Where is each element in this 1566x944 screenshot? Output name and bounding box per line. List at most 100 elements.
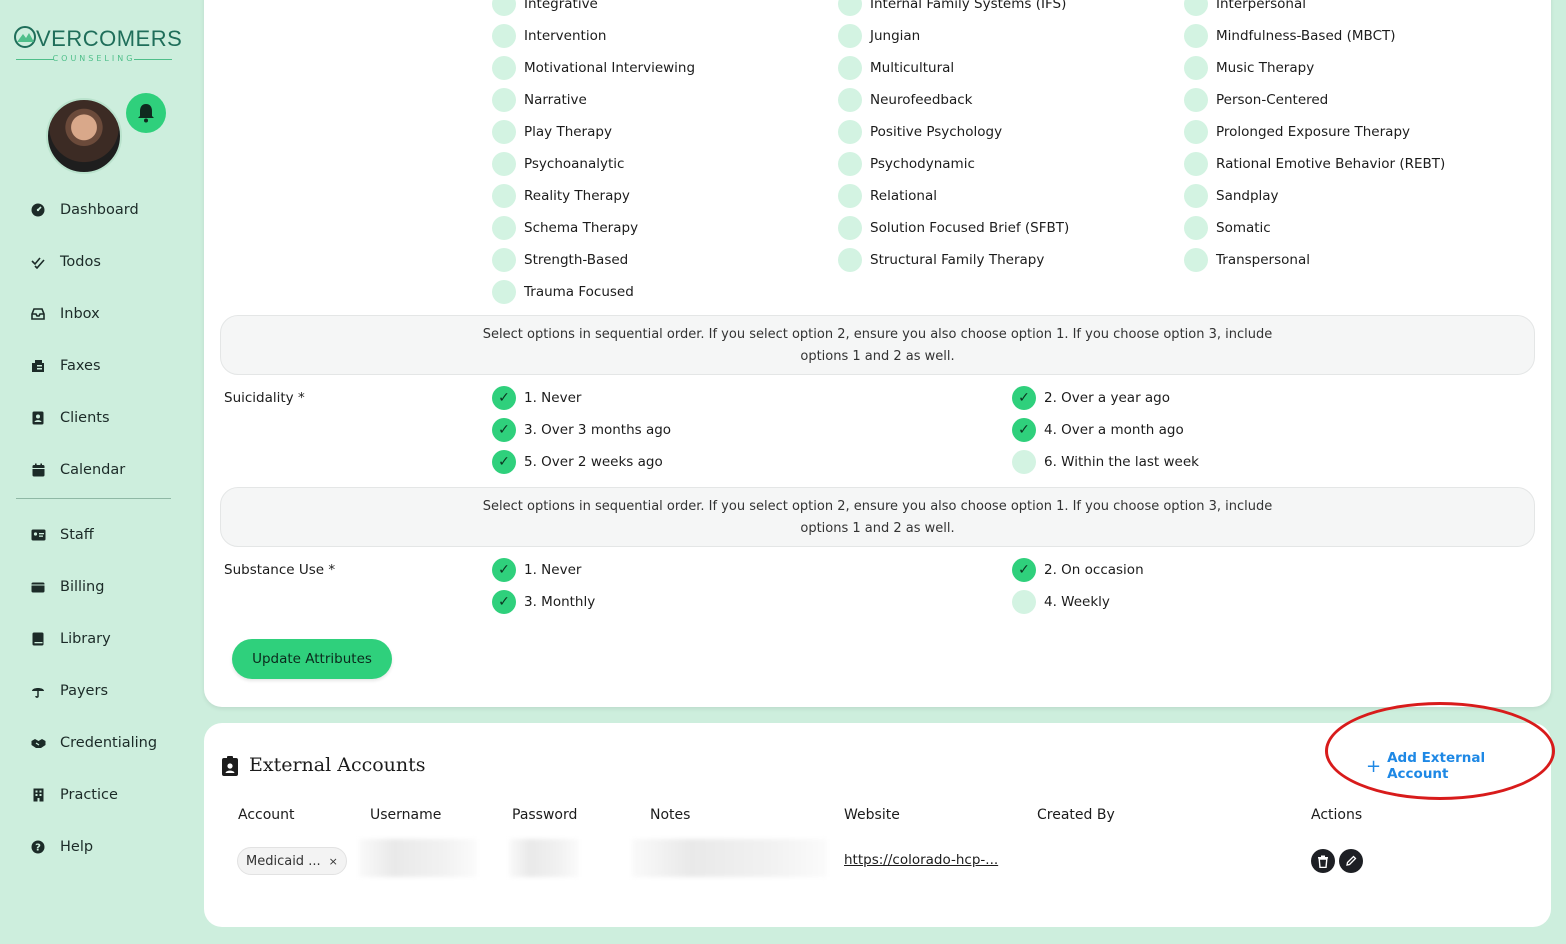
- modality-option[interactable]: Structural Family Therapy: [838, 248, 1044, 272]
- suicidality-option[interactable]: 2. Over a year ago: [1012, 386, 1170, 410]
- checkbox[interactable]: [838, 24, 862, 48]
- substance-option[interactable]: 1. Never: [492, 558, 581, 582]
- sidebar-item-practice[interactable]: Practice: [28, 769, 178, 821]
- substance-option[interactable]: 3. Monthly: [492, 590, 595, 614]
- modality-option[interactable]: Psychoanalytic: [492, 152, 624, 176]
- checkbox[interactable]: [492, 590, 516, 614]
- modality-option[interactable]: Schema Therapy: [492, 216, 638, 240]
- update-attributes-button[interactable]: Update Attributes: [232, 639, 392, 679]
- checkbox[interactable]: [838, 88, 862, 112]
- modality-option[interactable]: Music Therapy: [1184, 56, 1314, 80]
- edit-button[interactable]: [1339, 849, 1363, 873]
- checkbox[interactable]: [1184, 56, 1208, 80]
- modality-option[interactable]: Transpersonal: [1184, 248, 1310, 272]
- modality-option[interactable]: Prolonged Exposure Therapy: [1184, 120, 1410, 144]
- checkbox[interactable]: [1012, 450, 1036, 474]
- substance-option[interactable]: 2. On occasion: [1012, 558, 1144, 582]
- modality-option[interactable]: Reality Therapy: [492, 184, 630, 208]
- logo[interactable]: VERCOMERS COUNSELING: [14, 26, 182, 66]
- chip-remove-icon[interactable]: ×: [329, 855, 338, 868]
- checkbox[interactable]: [838, 120, 862, 144]
- modality-option[interactable]: Integrative: [492, 0, 598, 16]
- modality-option[interactable]: Neurofeedback: [838, 88, 973, 112]
- column-account[interactable]: Account: [238, 807, 295, 823]
- checkbox[interactable]: [1184, 184, 1208, 208]
- checkbox[interactable]: [492, 24, 516, 48]
- sidebar-item-billing[interactable]: Billing: [28, 561, 178, 613]
- checkbox[interactable]: [492, 418, 516, 442]
- sidebar-item-calendar[interactable]: Calendar: [28, 444, 178, 496]
- suicidality-option[interactable]: 4. Over a month ago: [1012, 418, 1184, 442]
- checkbox[interactable]: [838, 152, 862, 176]
- checkbox[interactable]: [1184, 152, 1208, 176]
- modality-option[interactable]: Psychodynamic: [838, 152, 975, 176]
- checkbox[interactable]: [838, 0, 862, 16]
- sidebar-item-credentialing[interactable]: Credentialing: [28, 717, 178, 769]
- column-notes[interactable]: Notes: [650, 807, 690, 823]
- modality-option[interactable]: Positive Psychology: [838, 120, 1002, 144]
- checkbox[interactable]: [492, 558, 516, 582]
- checkbox[interactable]: [492, 216, 516, 240]
- checkbox[interactable]: [1012, 590, 1036, 614]
- sidebar-item-library[interactable]: Library: [28, 613, 178, 665]
- checkbox[interactable]: [492, 184, 516, 208]
- checkbox[interactable]: [1184, 0, 1208, 16]
- column-created-by[interactable]: Created By: [1037, 807, 1115, 823]
- account-chip[interactable]: Medicaid ... ×: [237, 847, 347, 875]
- suicidality-option[interactable]: 6. Within the last week: [1012, 450, 1199, 474]
- column-website[interactable]: Website: [844, 807, 900, 823]
- suicidality-option[interactable]: 3. Over 3 months ago: [492, 418, 671, 442]
- sidebar-item-dashboard[interactable]: Dashboard: [28, 184, 178, 236]
- checkbox[interactable]: [1184, 24, 1208, 48]
- sidebar-item-staff[interactable]: Staff: [28, 509, 178, 561]
- modality-option[interactable]: Intervention: [492, 24, 606, 48]
- checkbox[interactable]: [492, 152, 516, 176]
- column-username[interactable]: Username: [370, 807, 441, 823]
- sidebar-item-todos[interactable]: Todos: [28, 236, 178, 288]
- checkbox[interactable]: [492, 88, 516, 112]
- modality-option[interactable]: Interpersonal: [1184, 0, 1306, 16]
- modality-option[interactable]: Person-Centered: [1184, 88, 1328, 112]
- checkbox[interactable]: [492, 280, 516, 304]
- modality-option[interactable]: Solution Focused Brief (SFBT): [838, 216, 1069, 240]
- sidebar-item-faxes[interactable]: Faxes: [28, 340, 178, 392]
- modality-option[interactable]: Somatic: [1184, 216, 1271, 240]
- modality-option[interactable]: Sandplay: [1184, 184, 1279, 208]
- modality-option[interactable]: Multicultural: [838, 56, 954, 80]
- modality-option[interactable]: Narrative: [492, 88, 587, 112]
- avatar[interactable]: [46, 98, 122, 174]
- modality-option[interactable]: Relational: [838, 184, 937, 208]
- modality-option[interactable]: Rational Emotive Behavior (REBT): [1184, 152, 1445, 176]
- checkbox[interactable]: [838, 184, 862, 208]
- column-password[interactable]: Password: [512, 807, 577, 823]
- modality-option[interactable]: Play Therapy: [492, 120, 612, 144]
- suicidality-option[interactable]: 1. Never: [492, 386, 581, 410]
- sidebar-item-payers[interactable]: Payers: [28, 665, 178, 717]
- checkbox[interactable]: [492, 0, 516, 16]
- modality-option[interactable]: Mindfulness-Based (MBCT): [1184, 24, 1396, 48]
- checkbox[interactable]: [1184, 248, 1208, 272]
- modality-option[interactable]: Jungian: [838, 24, 920, 48]
- delete-button[interactable]: [1311, 849, 1335, 873]
- checkbox[interactable]: [492, 56, 516, 80]
- notifications-button[interactable]: [126, 93, 166, 133]
- modality-option[interactable]: Motivational Interviewing: [492, 56, 695, 80]
- substance-option[interactable]: 4. Weekly: [1012, 590, 1110, 614]
- checkbox[interactable]: [1012, 418, 1036, 442]
- checkbox[interactable]: [492, 450, 516, 474]
- modality-option[interactable]: Trauma Focused: [492, 280, 634, 304]
- checkbox[interactable]: [1184, 120, 1208, 144]
- checkbox[interactable]: [1012, 386, 1036, 410]
- checkbox[interactable]: [492, 386, 516, 410]
- sidebar-item-inbox[interactable]: Inbox: [28, 288, 178, 340]
- checkbox[interactable]: [492, 248, 516, 272]
- sidebar-item-help[interactable]: ? Help: [28, 821, 178, 873]
- checkbox[interactable]: [1012, 558, 1036, 582]
- checkbox[interactable]: [1184, 88, 1208, 112]
- checkbox[interactable]: [838, 248, 862, 272]
- sidebar-item-clients[interactable]: Clients: [28, 392, 178, 444]
- website-link[interactable]: https://colorado-hcp-...: [844, 852, 998, 868]
- checkbox[interactable]: [1184, 216, 1208, 240]
- checkbox[interactable]: [492, 120, 516, 144]
- modality-option[interactable]: Internal Family Systems (IFS): [838, 0, 1066, 16]
